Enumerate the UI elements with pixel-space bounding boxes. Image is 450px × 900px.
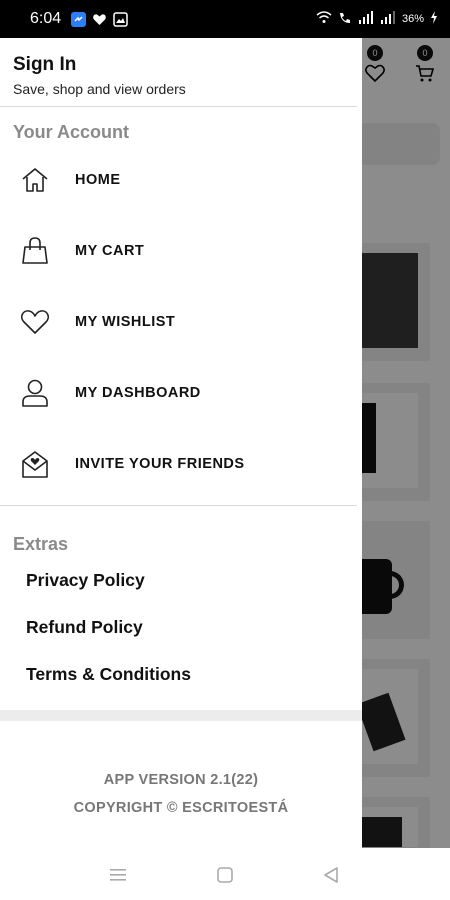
menu-item-my-dashboard[interactable]: MY DASHBOARD (0, 363, 357, 423)
charging-icon (430, 11, 438, 27)
messenger-icon (71, 11, 87, 27)
signal-icon-2 (380, 11, 396, 27)
menu-label: INVITE YOUR FRIENDS (75, 456, 245, 472)
sign-in-title[interactable]: Sign In (13, 54, 186, 76)
home-icon (19, 164, 51, 196)
wifi-icon (316, 11, 332, 27)
privacy-policy-link[interactable]: Privacy Policy (26, 570, 145, 591)
menu-label: HOME (75, 172, 121, 188)
menu-nav-icon[interactable] (107, 864, 129, 886)
app-version: APP VERSION 2.1(22) (103, 772, 259, 788)
divider (0, 106, 357, 107)
menu-item-invite-your-friends[interactable]: INVITE YOUR FRIENDS (0, 434, 357, 494)
status-time: 6:04 (30, 10, 62, 27)
menu-item-home[interactable]: HOME (0, 150, 357, 210)
heart-icon (92, 12, 107, 27)
refund-policy-link[interactable]: Refund Policy (26, 617, 143, 638)
heart-icon (19, 306, 51, 338)
battery-level: 36% (401, 13, 424, 25)
status-bar: 6:04 36% (0, 0, 450, 38)
sign-in-header[interactable]: Sign In Save, shop and view orders (13, 54, 186, 97)
user-icon (19, 377, 51, 409)
menu-label: MY CART (75, 243, 145, 259)
section-title-extras: Extras (13, 534, 69, 554)
terms-conditions-link[interactable]: Terms & Conditions (26, 664, 191, 685)
section-title-your-account: Your Account (13, 122, 129, 142)
back-nav-icon[interactable] (320, 864, 342, 886)
bag-icon (19, 235, 51, 267)
gallery-icon (113, 11, 128, 27)
navigation-drawer: Sign In Save, shop and view orders Your … (0, 38, 362, 848)
divider (0, 505, 357, 506)
system-navigation-bar (0, 848, 450, 900)
mail-icon (19, 448, 51, 480)
home-nav-icon[interactable] (214, 864, 236, 886)
menu-item-my-wishlist[interactable]: MY WISHLIST (0, 292, 357, 352)
signal-icon (358, 11, 374, 27)
menu-label: MY WISHLIST (75, 314, 176, 330)
menu-label: MY DASHBOARD (75, 385, 201, 401)
menu-item-my-cart[interactable]: MY CART (0, 221, 357, 281)
sign-in-subtitle: Save, shop and view orders (13, 81, 186, 97)
call-icon (338, 11, 352, 27)
copyright-text: COPYRIGHT © ESCRITOESTÁ (73, 800, 289, 816)
footer-separator (0, 710, 362, 721)
